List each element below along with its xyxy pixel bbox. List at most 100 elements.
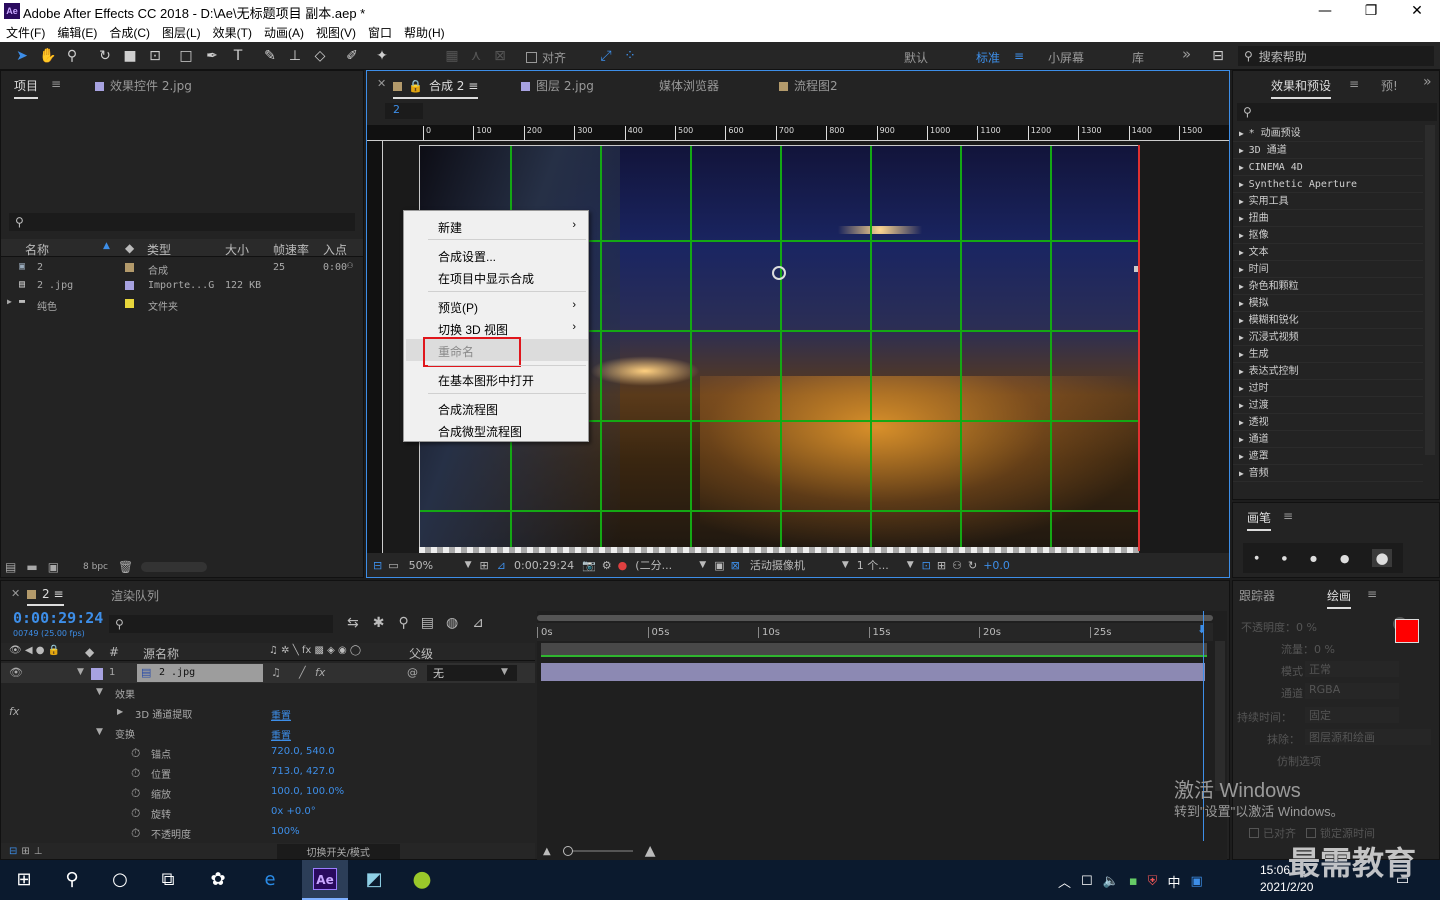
puppet-pin-tool-icon[interactable]: ✦ — [372, 46, 392, 66]
effects-scrollbar[interactable] — [1425, 125, 1435, 455]
menu-item-comp-flowchart[interactable]: 合成流程图 — [438, 401, 498, 418]
stopwatch-icon[interactable]: ⏱ — [131, 786, 140, 801]
tab-render-queue[interactable]: 渲染队列 — [111, 587, 159, 604]
zoom-dropdown[interactable]: 50% — [409, 559, 465, 572]
restore-icon[interactable]: ❐ — [1348, 0, 1394, 22]
brush-size-13[interactable]: ● — [1372, 549, 1392, 567]
transfer-controls-icon[interactable]: ⊞ — [21, 846, 29, 857]
windows-start-icon[interactable]: ⊞ — [10, 866, 38, 894]
workspace-standard[interactable]: 标准 — [976, 49, 1000, 66]
world-axis-icon[interactable]: ⋏ — [466, 46, 486, 66]
current-time[interactable]: 0:00:29:24 — [514, 559, 574, 572]
shy-layers-icon[interactable]: ⚲ — [398, 615, 408, 631]
internet-explorer-icon[interactable]: e — [256, 866, 284, 894]
tab-project[interactable]: 项目 — [14, 77, 39, 99]
tab-composition[interactable]: 🔒 合成 2 ≡ — [393, 77, 479, 99]
camera-dropdown[interactable]: 活动摄像机 — [750, 557, 842, 573]
col-size[interactable]: 大小 — [225, 241, 249, 258]
label-tag-icon[interactable]: ◆ — [125, 241, 134, 255]
show-snapshot-icon[interactable]: ⚙ — [602, 559, 612, 572]
zoom-out-icon[interactable]: ▲ — [543, 846, 551, 857]
tab-paint[interactable]: 绘画 — [1327, 587, 1352, 609]
toggle-transparency-icon[interactable]: ⊠ — [731, 559, 740, 572]
close-icon[interactable]: ✕ — [1394, 0, 1440, 22]
menu-item-open-essential-graphics[interactable]: 在基本图形中打开 — [438, 372, 534, 389]
col-fps[interactable]: 帧速率 — [273, 241, 309, 258]
tab-brush[interactable]: 画笔 — [1247, 509, 1272, 531]
layer-switches-icon[interactable]: ⊟ — [9, 846, 17, 857]
brush-size-1[interactable]: ● — [1254, 555, 1258, 561]
flowchart-icon[interactable]: ⚇ — [347, 260, 353, 271]
effects-search-input[interactable]: ⚲ — [1237, 103, 1437, 121]
menu-item-reveal-in-project[interactable]: 在项目中显示合成 — [438, 270, 534, 287]
effect-category-item[interactable]: ▶ 模拟 — [1233, 295, 1423, 312]
foreground-color-swatch[interactable] — [1395, 619, 1419, 643]
quality-switch-icon[interactable]: ╱ — [299, 666, 306, 679]
col-in[interactable]: 入点 — [323, 241, 347, 258]
app-pinwheel-icon[interactable]: ✿ — [204, 866, 232, 894]
sort-icon[interactable]: ▲ — [103, 241, 110, 251]
workspace-more[interactable]: » — [1182, 45, 1191, 63]
effects-group[interactable]: 效果 — [115, 686, 135, 701]
label-color-icon[interactable] — [91, 668, 103, 680]
snap-grid-icon[interactable]: ⁘ — [620, 46, 640, 66]
playhead-icon[interactable]: ⬇ — [1197, 623, 1206, 636]
camera-tool-icon[interactable]: ■ — [120, 46, 140, 66]
menu-file[interactable]: 文件(F) — [6, 24, 45, 41]
selection-tool-icon[interactable]: ➤ — [12, 46, 32, 66]
type-tool-icon[interactable]: T — [228, 46, 248, 66]
interpret-footage-icon[interactable]: ▤ — [5, 560, 16, 574]
transform-group[interactable]: 变换 — [115, 726, 135, 741]
col-name[interactable]: 名称 — [25, 241, 49, 258]
effect-category-item[interactable]: ▶ 时间 — [1233, 261, 1423, 278]
help-search-input[interactable]: ⚲ 搜索帮助 — [1238, 46, 1434, 66]
pan-behind-tool-icon[interactable]: ⊡ — [145, 46, 165, 66]
effect-category-item[interactable]: ▶ CINEMA 4D — [1233, 159, 1423, 176]
effect-category-item[interactable]: ▶ 扭曲 — [1233, 210, 1423, 227]
local-axis-icon[interactable]: ▦ — [442, 46, 462, 66]
panel-menu-icon[interactable]: ≡ — [1367, 587, 1377, 601]
brush-size-3[interactable]: ● — [1282, 555, 1287, 562]
workspace-menu-icon[interactable]: ≡ — [1014, 49, 1024, 63]
lock-source-checkbox[interactable] — [1306, 828, 1316, 838]
effect-category-item[interactable]: ▶ 实用工具 — [1233, 193, 1423, 210]
tab-tracker[interactable]: 跟踪器 — [1239, 587, 1275, 604]
project-search-input[interactable]: ⚲ — [9, 213, 355, 231]
layer-duration-bar[interactable] — [541, 663, 1205, 681]
property-value[interactable]: 100.0, 100.0% — [271, 786, 344, 797]
input-method[interactable]: 中 — [1167, 872, 1180, 891]
security-icon[interactable]: ⛨ — [1148, 874, 1158, 889]
fast-preview-icon[interactable]: ▣ — [714, 559, 724, 572]
expand-arrow-icon[interactable]: ▼ — [77, 667, 84, 677]
stopwatch-icon[interactable]: ⏱ — [131, 806, 140, 821]
effect-category-item[interactable]: ▶ 通道 — [1233, 431, 1423, 448]
tab-flowchart[interactable]: 流程图2 — [779, 77, 838, 94]
list-item[interactable]: ▤ 2 .jpg Importe...G 122 KB — [1, 277, 363, 295]
effect-category-item[interactable]: ▶ 音频 — [1233, 465, 1423, 482]
effect-category-item[interactable]: ▶ 过渡 — [1233, 397, 1423, 414]
color-channel-icon[interactable]: ● — [618, 559, 628, 572]
new-composition-icon[interactable]: ▣ — [48, 560, 59, 574]
effect-category-item[interactable]: ▶ 过时 — [1233, 380, 1423, 397]
effect-category-item[interactable]: ▶ 模糊和锐化 — [1233, 312, 1423, 329]
menu-item-mini-flowchart[interactable]: 合成微型流程图 — [438, 423, 522, 440]
menu-item-switch-3d-view[interactable]: 切换 3D 视图 — [438, 321, 508, 338]
aligned-checkbox[interactable] — [1249, 828, 1259, 838]
tab-media-browser[interactable]: 媒体浏览器 — [659, 77, 719, 94]
comp-mini-flowchart-icon[interactable]: ⇆ — [347, 615, 359, 631]
tab-timeline[interactable]: 2 ≡ — [27, 587, 64, 606]
menu-layer[interactable]: 图层(L) — [162, 24, 201, 41]
menu-composition[interactable]: 合成(C) — [109, 24, 150, 41]
region-of-interest-icon[interactable]: ⊿ — [497, 559, 506, 572]
effects-switch-icon[interactable]: fx — [315, 666, 325, 679]
timeline-search-input[interactable]: ⚲ — [109, 615, 333, 633]
panel-menu-icon[interactable]: ≡ — [1283, 509, 1293, 523]
clone-stamp-tool-icon[interactable]: ⊥ — [285, 46, 305, 66]
motion-blur-icon[interactable]: ◍ — [446, 615, 458, 631]
col-type[interactable]: 类型 — [147, 241, 171, 258]
lock-icon[interactable]: 🔒 — [408, 79, 423, 93]
panel-menu-icon[interactable]: ≡ — [1349, 77, 1359, 91]
view-axis-icon[interactable]: ⊠ — [490, 46, 510, 66]
menu-item-new[interactable]: 新建 — [438, 219, 462, 236]
cortana-icon[interactable]: ○ — [106, 866, 134, 894]
